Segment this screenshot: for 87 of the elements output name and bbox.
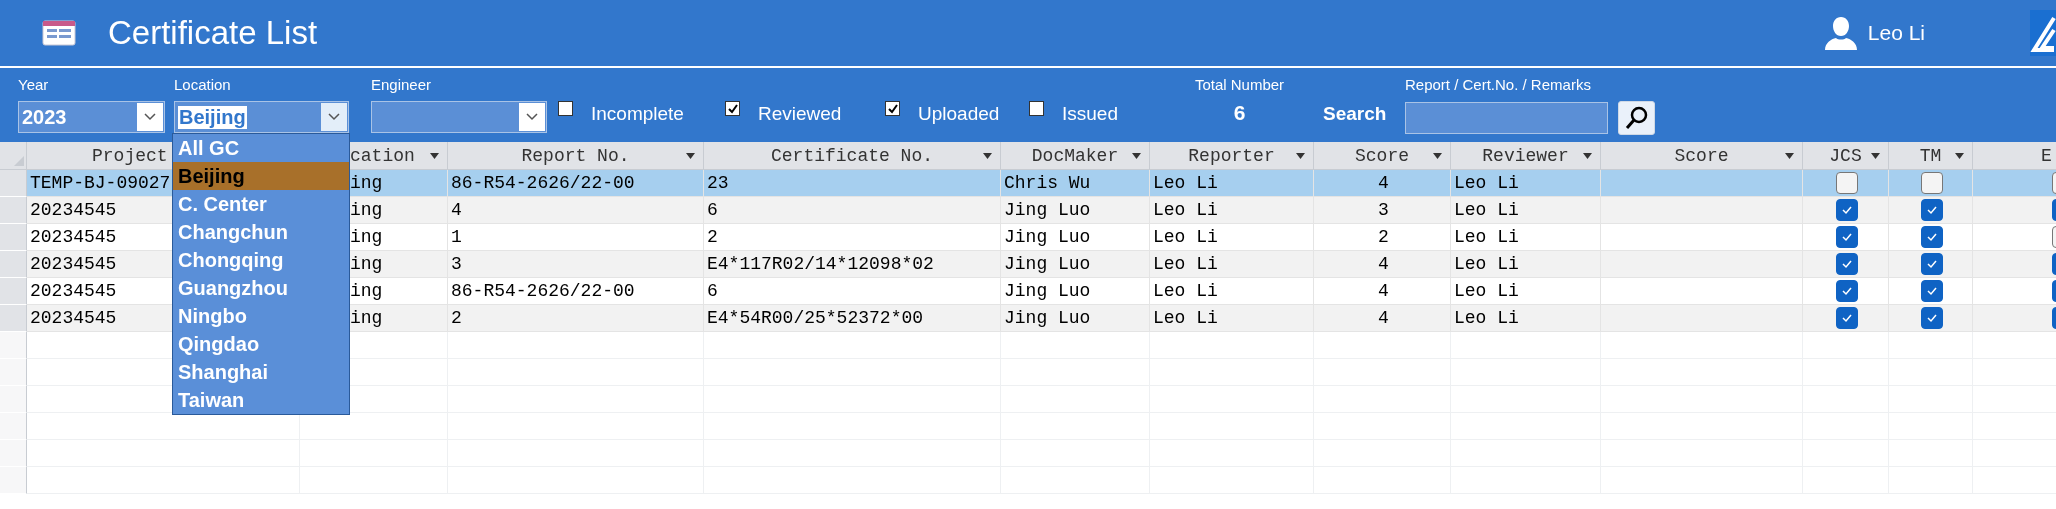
checkbox[interactable] xyxy=(1921,199,1943,221)
user-name: Leo Li xyxy=(1867,21,1925,45)
checkbox[interactable] xyxy=(1921,226,1943,248)
check-icon xyxy=(1841,286,1853,296)
table-cell: 3 xyxy=(448,251,704,278)
search-label: Search xyxy=(1323,103,1388,125)
checkbox[interactable] xyxy=(1921,280,1943,302)
search-icon xyxy=(1623,105,1650,131)
chevron-down-icon xyxy=(144,113,156,121)
dropdown-arrow-icon xyxy=(1296,153,1305,159)
table-cell: Leo Li xyxy=(1150,251,1314,278)
dropdown-arrow-icon xyxy=(1433,153,1442,159)
dropdown-arrow-icon xyxy=(983,153,992,159)
checkbox[interactable] xyxy=(1921,253,1943,275)
checkbox-label: Uploaded xyxy=(918,103,1000,125)
dropdown-field[interactable]: Beijing xyxy=(174,101,349,133)
form-icon xyxy=(42,20,76,46)
table-cell: Leo Li xyxy=(1451,170,1601,197)
field-label: Total Number xyxy=(1194,75,1285,95)
table-cell: E4*117R02/14*12098*02 xyxy=(704,251,1001,278)
dropdown-arrow-icon xyxy=(686,153,695,159)
checkbox[interactable] xyxy=(558,101,573,116)
dropdown-field[interactable] xyxy=(371,101,547,133)
dropdown-arrow-icon xyxy=(1955,153,1964,159)
table-cell: E4*54R00/25*52372*00 xyxy=(704,305,1001,332)
dropdown-option[interactable]: Beijing xyxy=(173,162,349,190)
table-cell: 4 xyxy=(1314,305,1451,332)
table-cell: 4 xyxy=(1314,170,1451,197)
check-icon xyxy=(1841,232,1853,242)
checkbox[interactable] xyxy=(725,101,740,116)
field-label: Report / Cert.No. / Remarks xyxy=(1405,75,1592,95)
checkbox-label: Reviewed xyxy=(758,103,842,125)
table-cell: 2 xyxy=(448,305,704,332)
checkbox[interactable] xyxy=(1836,199,1858,221)
table-cell: Leo Li xyxy=(1150,170,1314,197)
checkbox[interactable] xyxy=(1836,172,1858,194)
table-cell: Leo Li xyxy=(1451,197,1601,224)
checkbox[interactable] xyxy=(885,101,900,116)
dropdown-arrow-icon xyxy=(1871,153,1880,159)
search-field[interactable] xyxy=(1405,102,1608,134)
check-icon xyxy=(1841,313,1853,323)
chevron-down-icon xyxy=(328,113,340,121)
corner-triangle-icon xyxy=(14,156,24,166)
dropdown-arrow-icon xyxy=(430,153,439,159)
logo-icon xyxy=(2030,10,2056,56)
table-cell: 4 xyxy=(1314,251,1451,278)
table-cell: 6 xyxy=(704,197,1001,224)
checkbox[interactable] xyxy=(1029,101,1044,116)
check-icon xyxy=(1841,259,1853,269)
checkbox[interactable] xyxy=(1836,226,1858,248)
table-cell: Leo Li xyxy=(1150,197,1314,224)
table-cell: 3 xyxy=(1314,197,1451,224)
checkbox[interactable] xyxy=(1921,307,1943,329)
table-cell: 23 xyxy=(704,170,1001,197)
table-cell: Leo Li xyxy=(1451,251,1601,278)
checkbox-label: Incomplete xyxy=(591,103,684,125)
search-button[interactable] xyxy=(1618,101,1655,135)
table-cell: 86-R54-2626/22-00 xyxy=(448,170,704,197)
checkbox[interactable] xyxy=(1921,172,1943,194)
check-icon xyxy=(1841,205,1853,215)
checkbox-label: Issued xyxy=(1062,103,1118,125)
table-cell: Leo Li xyxy=(1451,305,1601,332)
checkbox[interactable] xyxy=(1836,253,1858,275)
dropdown-arrow-icon xyxy=(1583,153,1592,159)
window-title: Certificate List xyxy=(108,14,318,52)
dropdown-arrow-icon xyxy=(1132,153,1141,159)
table-cell: 4 xyxy=(448,197,704,224)
field-label: Year xyxy=(18,75,50,95)
table-cell: Jing Luo xyxy=(1001,197,1150,224)
check-icon xyxy=(1926,313,1938,323)
field-label: Location xyxy=(174,75,232,95)
table-cell: Jing Luo xyxy=(1001,251,1150,278)
total-count: 6 xyxy=(1233,101,1246,125)
field-label: Engineer xyxy=(371,75,433,95)
checkbox[interactable] xyxy=(1836,280,1858,302)
check-icon xyxy=(1926,259,1938,269)
table-cell: Chris Wu xyxy=(1001,170,1150,197)
table-cell: Jing Luo xyxy=(1001,305,1150,332)
check-icon xyxy=(1926,232,1938,242)
table-cell: Leo Li xyxy=(1150,305,1314,332)
check-icon xyxy=(886,102,899,115)
check-icon xyxy=(1926,205,1938,215)
chevron-down-icon xyxy=(526,113,538,121)
dropdown-arrow-icon xyxy=(1785,153,1794,159)
check-icon xyxy=(726,102,739,115)
check-icon xyxy=(1926,286,1938,296)
checkbox[interactable] xyxy=(1836,307,1858,329)
